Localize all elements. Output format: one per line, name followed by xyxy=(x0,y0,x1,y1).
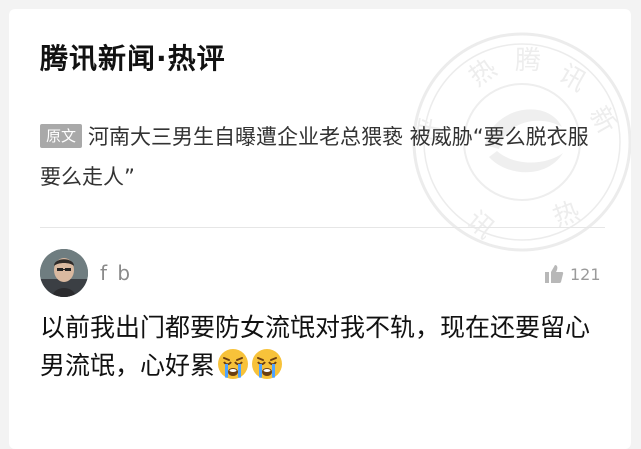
avatar-person-icon xyxy=(40,249,88,297)
svg-text:讯: 讯 xyxy=(461,205,500,245)
svg-text:讯: 讯 xyxy=(554,59,592,98)
thumbs-up-icon xyxy=(545,265,564,283)
like-button[interactable]: 121 xyxy=(544,263,601,285)
crying-face-icon xyxy=(218,349,249,379)
page-title: 腾讯新闻·热评 xyxy=(40,42,226,75)
source-article[interactable]: 原文 河南大三男生自曝遭企业老总猥亵 被威胁“要么脱衣服要么走人” xyxy=(40,117,600,197)
source-headline[interactable]: 河南大三男生自曝遭企业老总猥亵 被威胁“要么脱衣服要么走人” xyxy=(40,125,589,189)
source-tag: 原文 xyxy=(40,124,83,148)
avatar[interactable] xyxy=(40,249,88,297)
like-count: 121 xyxy=(570,264,601,284)
svg-text:腾: 腾 xyxy=(515,46,541,76)
username[interactable]: f b xyxy=(100,261,132,285)
svg-text:热: 热 xyxy=(549,196,584,233)
comment-body: 以前我出门都要防女流氓对我不轨，现在还要留心男流氓，心好累 xyxy=(40,313,591,380)
divider xyxy=(40,227,605,228)
hot-comment-card: 腾讯新闻·热评 热 腾 讯 新 评 热 讯 原文 河南大三男生自曝遭企业老总猥亵 … xyxy=(9,9,631,449)
crying-face-icon xyxy=(252,349,283,379)
comment-text: 以前我出门都要防女流氓对我不轨，现在还要留心男流氓，心好累 xyxy=(40,309,600,385)
